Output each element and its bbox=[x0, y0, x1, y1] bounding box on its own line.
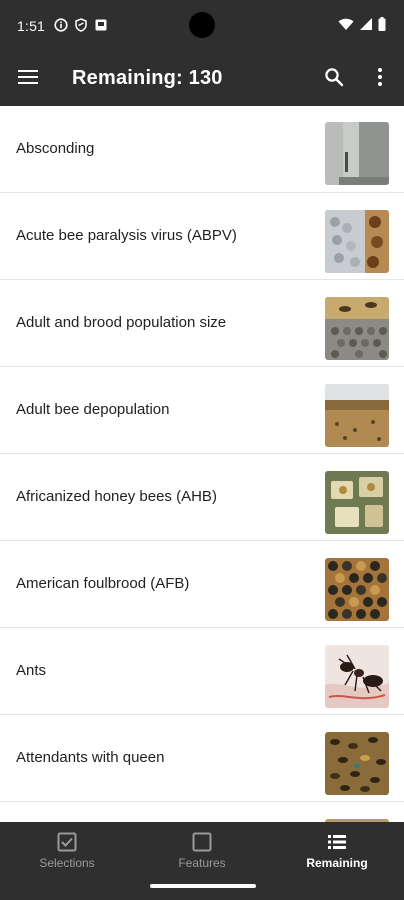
battery-icon bbox=[378, 17, 386, 36]
list-item-label: American foulbrood (AFB) bbox=[16, 575, 190, 592]
status-icons-left bbox=[54, 18, 108, 32]
search-icon bbox=[324, 67, 344, 92]
list-item-label: Acute bee paralysis virus (ABPV) bbox=[16, 227, 237, 244]
list-item-label: Adult bee depopulation bbox=[16, 401, 170, 418]
ahb-photo bbox=[325, 471, 389, 534]
status-time: 1:51 bbox=[17, 18, 46, 34]
app-bar: Remaining: 130 bbox=[0, 52, 404, 106]
info-circle-icon bbox=[54, 18, 68, 32]
notification-square-icon bbox=[94, 18, 108, 32]
afb-photo bbox=[325, 558, 389, 621]
remaining-list[interactable]: Absconding Acute bee paralysis virus (AB… bbox=[0, 106, 404, 822]
list-item[interactable]: Adult and brood population size bbox=[0, 280, 404, 367]
list-item-label: Adult and brood population size bbox=[16, 314, 227, 331]
list-item[interactable]: Ants bbox=[0, 628, 404, 715]
list-item[interactable]: Africanized honey bees (AHB) bbox=[0, 454, 404, 541]
list-item[interactable]: Acute bee paralysis virus (ABPV) bbox=[0, 193, 404, 280]
status-icons-right bbox=[338, 17, 386, 36]
list-item-label: Ants bbox=[16, 662, 47, 679]
bottom-navigation: Selections Features Remaining bbox=[0, 822, 404, 900]
search-button[interactable] bbox=[320, 65, 348, 93]
cellular-signal-icon bbox=[359, 17, 373, 36]
nav-label: Remaining bbox=[306, 856, 368, 870]
list-icon bbox=[327, 832, 347, 852]
nav-features[interactable]: Features bbox=[135, 822, 269, 882]
absconding-photo bbox=[325, 122, 389, 185]
nav-selections[interactable]: Selections bbox=[0, 822, 134, 882]
camera-cutout bbox=[189, 12, 215, 38]
status-bar: 1:51 bbox=[0, 0, 404, 52]
home-indicator[interactable] bbox=[150, 884, 256, 888]
list-item[interactable]: American foulbrood (AFB) bbox=[0, 541, 404, 628]
wifi-icon bbox=[338, 17, 354, 36]
list-item-label: Attendants with queen bbox=[16, 749, 165, 766]
hamburger-menu-icon bbox=[18, 69, 38, 90]
nav-label: Selections bbox=[39, 856, 95, 870]
list-item-partial bbox=[0, 802, 404, 822]
list-item[interactable]: Adult bee depopulation bbox=[0, 367, 404, 454]
abpv-photo bbox=[325, 210, 389, 273]
nav-label: Features bbox=[178, 856, 226, 870]
checkbox-icon bbox=[57, 832, 77, 852]
menu-button[interactable] bbox=[14, 65, 42, 93]
square-outline-icon bbox=[192, 832, 212, 852]
list-item[interactable]: Absconding bbox=[0, 106, 404, 193]
list-item-label: Africanized honey bees (AHB) bbox=[16, 488, 217, 505]
shield-icon bbox=[74, 18, 88, 32]
more-vertical-icon bbox=[377, 67, 383, 92]
attendants-photo bbox=[325, 732, 389, 795]
nav-remaining[interactable]: Remaining bbox=[270, 822, 404, 882]
brood-population-photo bbox=[325, 297, 389, 360]
list-item[interactable]: Attendants with queen bbox=[0, 715, 404, 802]
list-item-label: Absconding bbox=[16, 140, 95, 157]
more-options-button[interactable] bbox=[366, 65, 394, 93]
page-title: Remaining: 130 bbox=[72, 67, 223, 89]
depopulation-photo bbox=[325, 384, 389, 447]
ants-photo bbox=[325, 645, 389, 708]
